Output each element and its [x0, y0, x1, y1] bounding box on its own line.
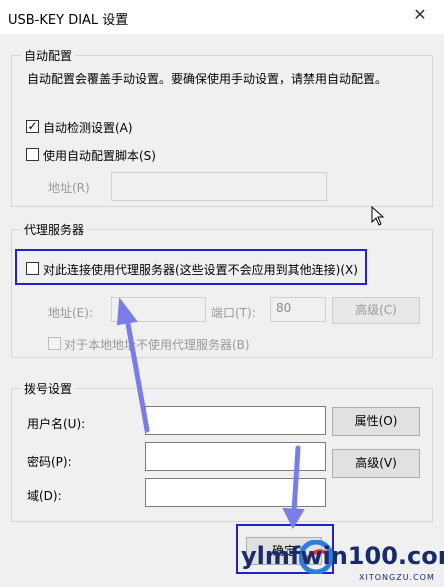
arrow-up-to-proxy-checkbox — [116, 297, 150, 433]
watermark-logo: ylmfwin100.com XITONGZU.COM — [241, 532, 444, 587]
watermark-text: ylmfwin100.com — [241, 542, 444, 570]
annotation-arrows — [116, 297, 305, 530]
arrow-down-to-ok-button — [282, 445, 305, 530]
watermark-subtext: XITONGZU.COM — [359, 573, 435, 582]
